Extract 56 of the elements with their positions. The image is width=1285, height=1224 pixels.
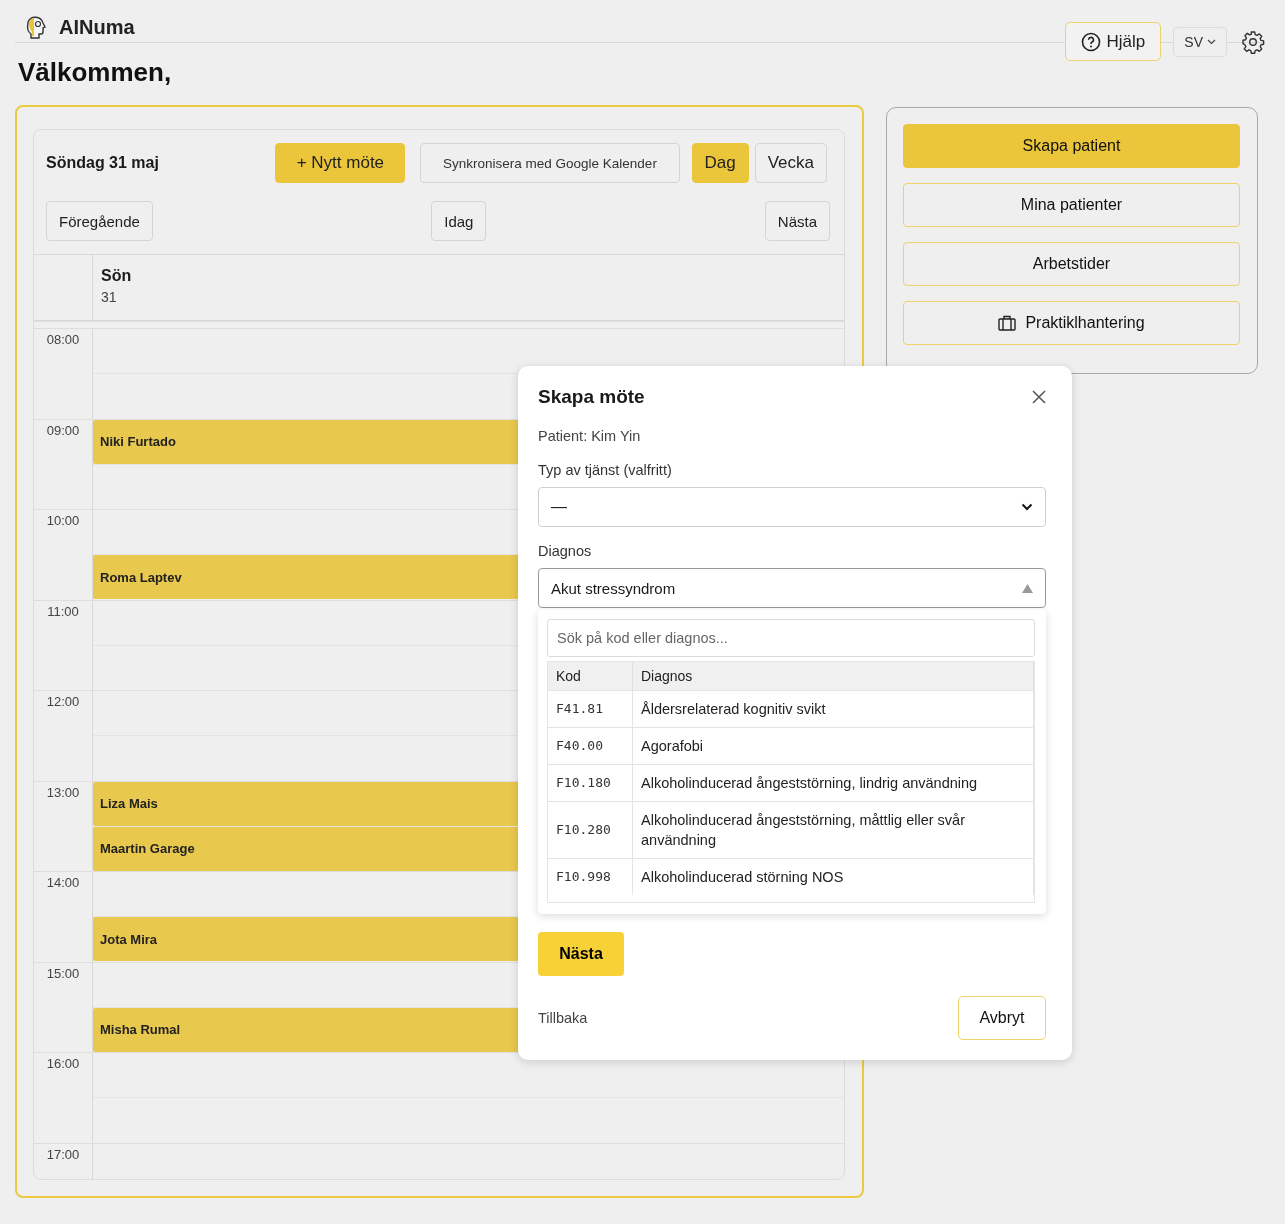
code-cell[interactable]: F10.998 — [548, 858, 633, 895]
diagnosis-cell[interactable]: Alkoholinducerad ångeststörning, måttlig eller svår användning — [632, 801, 1034, 859]
search-field[interactable]: Sök på kod eller diagnos... — [547, 619, 1035, 657]
time-label: 17:00 — [46, 1146, 80, 1162]
code-cell[interactable]: F40.00 — [548, 727, 633, 765]
diagnosis-cell[interactable]: Alkoholinducerad ångeststörning, lindrig användning — [632, 764, 1034, 802]
app-name: AINuma — [59, 15, 135, 39]
chevron-down-icon — [1021, 503, 1033, 511]
sync-calendar-button[interactable]: Synkronisera med Google Kalender — [420, 143, 680, 183]
diagnosis-select[interactable]: Akut stressyndrom — [538, 568, 1046, 608]
help-button[interactable]: Hjälp — [1064, 22, 1162, 61]
language-select[interactable]: SV — [1173, 26, 1227, 57]
patient-label: Patient: Kim Yin — [538, 428, 642, 444]
code-cell[interactable]: F10.180 — [548, 764, 633, 802]
time-label: 13:00 — [46, 784, 80, 800]
action-button[interactable]: Mina patienter — [903, 183, 1240, 227]
code-cell[interactable]: F41.81 — [548, 690, 633, 728]
next-button[interactable]: Nästa — [538, 932, 624, 976]
time-label: 16:00 — [46, 1056, 80, 1071]
time-label: 12:00 — [46, 694, 80, 709]
day-number: 31 — [101, 289, 118, 305]
time-label: 10:00 — [46, 513, 80, 528]
cancel-button[interactable]: Avbryt — [958, 996, 1046, 1040]
question-icon — [1080, 31, 1101, 52]
time-label: 08:00 — [46, 332, 80, 347]
welcome-heading: Välkommen, — [18, 57, 173, 89]
time-label: 14:00 — [46, 875, 80, 890]
view-tab[interactable]: Vecka — [754, 143, 827, 183]
weekday-label: Sön — [101, 267, 132, 285]
diagnosis-cell[interactable]: Agorafobi — [632, 727, 1034, 765]
diagnosis-cell[interactable]: Åldersrelaterad kognitiv svikt — [632, 690, 1034, 728]
time-label: 11:00 — [47, 603, 79, 619]
date-title: Söndag 31 maj — [46, 154, 160, 172]
action-button[interactable]: Skapa patient — [903, 124, 1240, 168]
service-select[interactable]: — — [538, 487, 1046, 527]
action-button[interactable]: Praktiklhantering — [903, 301, 1240, 345]
time-label: 09:00 — [46, 422, 80, 438]
diagnosis-cell[interactable]: Alkoholinducerad störning NOS — [632, 858, 1034, 895]
briefcase-icon — [998, 315, 1017, 331]
settings-icon[interactable] — [1241, 29, 1265, 54]
view-tab[interactable]: Dag — [691, 143, 749, 183]
chevron-down-icon — [1207, 38, 1216, 45]
column-header: Diagnos — [632, 662, 1034, 691]
code-cell[interactable]: F10.280 — [548, 801, 633, 859]
action-button[interactable]: Arbetstider — [903, 242, 1240, 286]
time-label: 15:00 — [46, 965, 80, 981]
previous-button[interactable]: Föregående — [46, 201, 153, 241]
dialog-title: Skapa möte — [538, 386, 645, 408]
field-label: Typ av tjänst (valfritt) — [538, 462, 673, 478]
back-link[interactable]: Tillbaka — [538, 1010, 588, 1026]
column-header: Kod — [548, 662, 633, 691]
triangle-up-icon — [1022, 583, 1033, 593]
next-button[interactable]: Nästa — [764, 201, 830, 241]
new-meeting-button[interactable]: + Nytt möte — [275, 143, 406, 183]
close-icon[interactable] — [1032, 390, 1046, 404]
today-button[interactable]: Idag — [431, 201, 487, 241]
